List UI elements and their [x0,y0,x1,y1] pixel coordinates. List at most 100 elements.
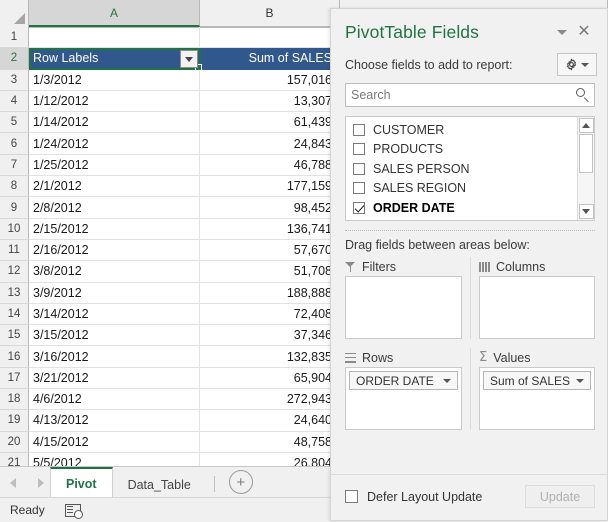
row-header-3[interactable]: 3 [0,69,29,91]
cell-value[interactable]: 24,843 [200,133,340,155]
sheet-tab-pivot[interactable]: Pivot [50,467,113,498]
cell-value[interactable]: 272,943 [200,389,340,411]
cell-value[interactable]: 37,346 [200,325,340,347]
cell-value[interactable]: 48,758 [200,431,340,453]
cell-b1[interactable] [200,27,340,49]
cell-value[interactable]: 24,640 [200,410,340,432]
cell-date[interactable]: 4/15/2012 [29,431,200,453]
chevron-down-icon[interactable] [443,378,451,383]
cell-date[interactable]: 2/16/2012 [29,239,200,262]
cell-date[interactable]: 4/13/2012 [29,410,200,432]
panel-menu-button[interactable] [551,21,573,43]
row-header-7[interactable]: 7 [0,154,29,177]
checkbox-icon[interactable] [353,182,365,195]
nav-previous-icon[interactable] [10,477,16,488]
area-filters-dropzone[interactable] [345,276,462,339]
cell-date[interactable]: 2/15/2012 [29,218,200,240]
row-header-8[interactable]: 8 [0,176,29,198]
nav-next-icon[interactable] [38,477,44,488]
cell-value[interactable]: 132,835 [200,346,340,368]
row-header-6[interactable]: 6 [0,133,29,155]
sheet-nav-arrows[interactable] [0,467,50,498]
field-list-item[interactable]: ORDER DATE [346,198,577,218]
cell-b2-sum-of-sales[interactable]: Sum of SALES [200,48,340,70]
cell-value[interactable]: 46,788 [200,154,340,177]
cell-date[interactable]: 5/5/2012 [29,452,200,466]
select-all-corner[interactable] [0,0,29,27]
cell-date[interactable]: 3/16/2012 [29,346,200,368]
row-header-13[interactable]: 13 [0,282,29,304]
field-list-scrollbar[interactable] [577,117,594,220]
record-macro-icon[interactable] [64,503,83,519]
cell-value[interactable]: 61,439 [200,112,340,134]
field-list-item[interactable]: SALES REGION [346,179,577,199]
area-columns[interactable]: Columns [470,257,595,339]
row-header-11[interactable]: 11 [0,239,29,262]
cell-date[interactable]: 1/12/2012 [29,90,200,113]
checkbox-icon[interactable] [353,162,365,175]
field-pill-sum-of-sales[interactable]: Sum of SALES [483,371,591,390]
cell-value[interactable]: 136,741 [200,218,340,240]
search-box[interactable] [345,83,595,107]
checkbox-icon[interactable] [353,123,365,136]
row-header-21[interactable]: 21 [0,452,29,466]
cell-value[interactable]: 13,307 [200,90,340,113]
area-columns-dropzone[interactable] [479,276,595,339]
row-labels-filter-button[interactable] [180,50,198,68]
cell-value[interactable]: 26,804 [200,452,340,466]
field-list-item[interactable]: SALES PERSON [346,159,577,179]
cell-date[interactable]: 3/21/2012 [29,367,200,390]
area-values[interactable]: Σ Values Sum of SALES [470,348,595,430]
cell-value[interactable]: 157,016 [200,69,340,91]
cell-value[interactable]: 188,888 [200,282,340,304]
cell-date[interactable]: 1/25/2012 [29,154,200,177]
area-rows-dropzone[interactable]: ORDER DATE [345,367,462,430]
sheet-tab-data-table[interactable]: Data_Table [113,472,206,498]
row-header-20[interactable]: 20 [0,431,29,453]
area-filters[interactable]: Filters [345,257,470,339]
cell-date[interactable]: 3/15/2012 [29,325,200,347]
row-header-4[interactable]: 4 [0,90,29,113]
row-header-12[interactable]: 12 [0,261,29,283]
cell-value[interactable]: 177,159 [200,176,340,198]
cell-date[interactable]: 3/14/2012 [29,303,200,326]
row-header-19[interactable]: 19 [0,410,29,432]
search-input[interactable] [351,88,575,102]
cell-date[interactable]: 2/8/2012 [29,197,200,219]
checkbox-icon[interactable] [353,201,365,214]
defer-layout-update-checkbox[interactable]: Defer Layout Update [345,490,525,504]
row-header-1[interactable]: 1 [0,27,29,49]
area-values-dropzone[interactable]: Sum of SALES [479,367,595,430]
row-header-16[interactable]: 16 [0,346,29,368]
row-header-5[interactable]: 5 [0,112,29,134]
cell-value[interactable]: 65,904 [200,367,340,390]
field-list-item[interactable]: CUSTOMER [346,120,577,140]
cell-value[interactable]: 72,408 [200,303,340,326]
chevron-down-icon[interactable] [576,378,584,383]
cell-date[interactable]: 3/8/2012 [29,261,200,283]
cell-date[interactable]: 2/1/2012 [29,176,200,198]
area-rows[interactable]: Rows ORDER DATE [345,348,470,430]
panel-close-button[interactable]: ✕ [573,21,595,43]
update-button[interactable]: Update [525,485,595,508]
cell-date[interactable]: 1/24/2012 [29,133,200,155]
column-header-a[interactable]: A [29,0,200,27]
row-header-18[interactable]: 18 [0,389,29,411]
row-header-15[interactable]: 15 [0,325,29,347]
row-header-9[interactable]: 9 [0,197,29,219]
cell-value[interactable]: 57,670 [200,239,340,262]
cell-value[interactable]: 98,452 [200,197,340,219]
cell-a2-row-labels[interactable]: Row Labels [29,48,200,70]
cell-date[interactable]: 1/3/2012 [29,69,200,91]
cell-date[interactable]: 4/6/2012 [29,389,200,411]
cell-a1[interactable] [29,27,200,49]
cell-date[interactable]: 3/9/2012 [29,282,200,304]
add-sheet-button[interactable]: + [228,470,253,494]
field-list-item[interactable]: PRODUCTS [346,140,577,160]
cell-value[interactable]: 51,708 [200,261,340,283]
field-list[interactable]: CUSTOMER PRODUCTS SALES PERSON SALES REGION… [346,117,577,220]
column-header-b[interactable]: B [200,0,340,27]
checkbox-icon[interactable] [353,143,365,156]
field-pill-order-date[interactable]: ORDER DATE [349,371,458,390]
row-header-17[interactable]: 17 [0,367,29,390]
